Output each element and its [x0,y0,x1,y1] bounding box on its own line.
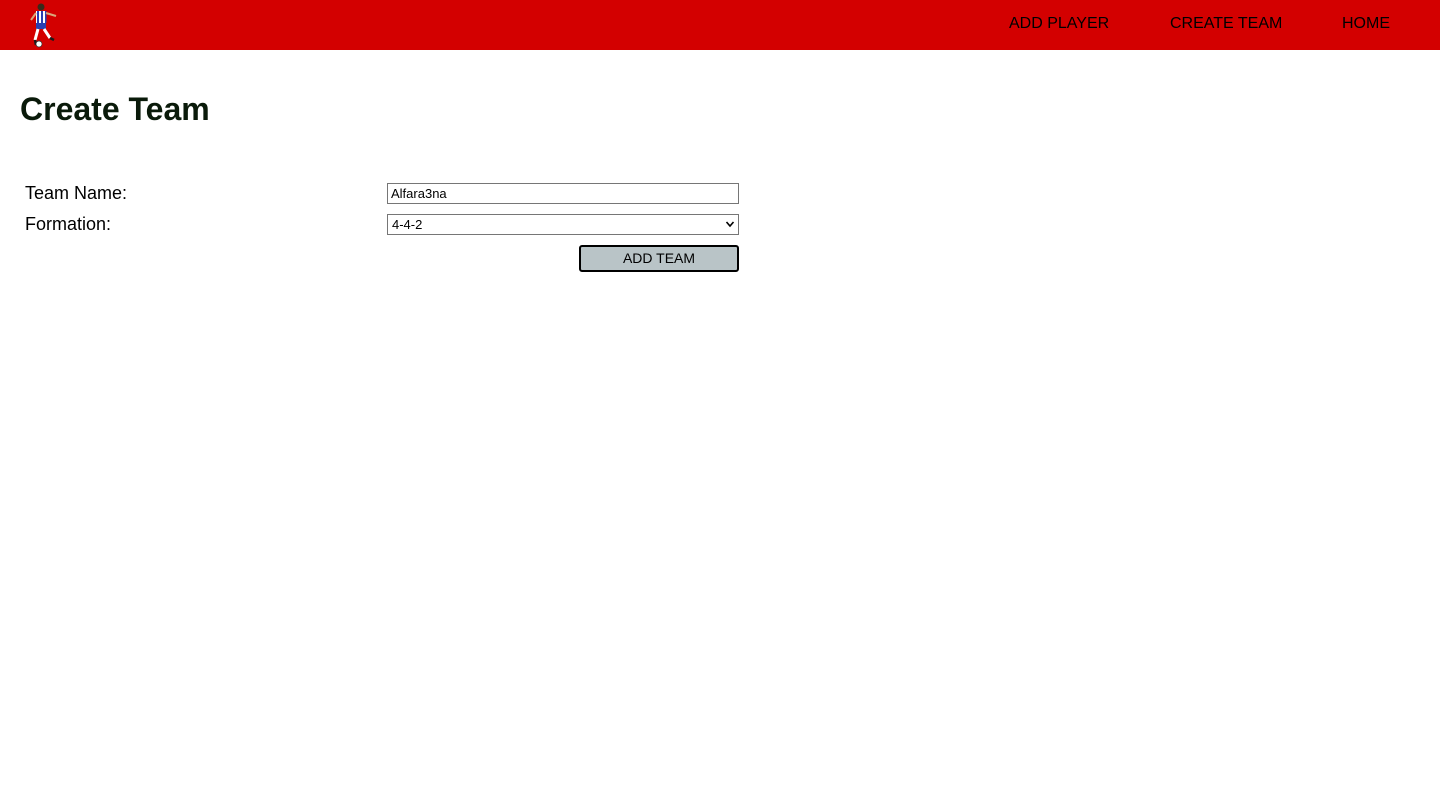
top-navbar: ADD PLAYER CREATE TEAM HOME [0,0,1440,50]
formation-selected-value: 4-4-2 [392,217,423,232]
chevron-down-icon [725,221,735,228]
team-name-input[interactable] [387,183,739,204]
add-team-button[interactable]: ADD TEAM [579,245,739,272]
formation-select[interactable]: 4-4-2 [387,214,739,235]
page-title: Create Team [20,91,210,127]
team-name-label: Team Name: [25,183,128,203]
nav-create-team-link[interactable]: CREATE TEAM [1170,15,1282,33]
nav-add-player-link[interactable]: ADD PLAYER [1009,15,1109,33]
soccer-player-logo-icon[interactable] [26,2,66,48]
formation-label: Formation: [25,214,112,234]
nav-home-link[interactable]: HOME [1342,15,1390,33]
